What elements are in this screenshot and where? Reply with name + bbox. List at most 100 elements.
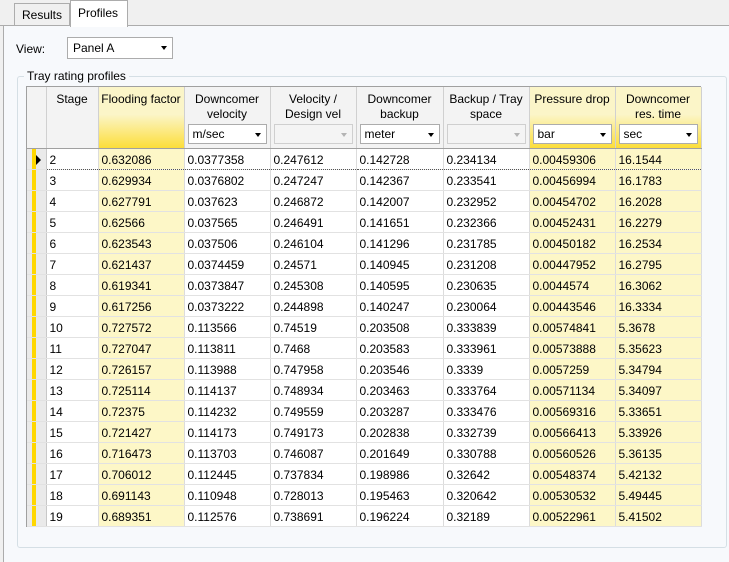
cell-downcomer-res-time[interactable]: 5.34097 (615, 379, 702, 401)
col-header-flooding-factor[interactable]: Flooding factor (98, 87, 185, 149)
cell-velocity-design[interactable]: 0.247612 (270, 147, 357, 170)
cell-downcomer-velocity[interactable]: 0.112445 (184, 463, 271, 485)
table-row[interactable]: 18 0.691143 0.110948 0.728013 0.195463 0.3206… (27, 484, 702, 506)
cell-downcomer-velocity[interactable]: 0.114232 (184, 400, 271, 422)
cell-downcomer-backup[interactable]: 0.142007 (356, 190, 444, 212)
cell-stage[interactable]: 2 (46, 147, 99, 170)
cell-downcomer-res-time[interactable]: 5.36135 (615, 442, 702, 464)
row-header[interactable] (27, 274, 47, 296)
cell-downcomer-res-time[interactable]: 5.3678 (615, 316, 702, 338)
table-row[interactable]: 13 0.725114 0.114137 0.748934 0.203463 0.3337… (27, 379, 702, 401)
col-header-stage[interactable]: Stage (46, 87, 99, 149)
cell-backup-tray-space[interactable]: 0.333839 (443, 316, 530, 338)
cell-backup-tray-space[interactable]: 0.232952 (443, 190, 530, 212)
table-row[interactable]: 3 0.629934 0.0376802 0.247247 0.142367 0.2335… (27, 169, 702, 191)
cell-backup-tray-space[interactable]: 0.231208 (443, 253, 530, 275)
cell-pressure-drop[interactable]: 0.00569316 (529, 400, 616, 422)
cell-downcomer-backup[interactable]: 0.140945 (356, 253, 444, 275)
cell-downcomer-velocity[interactable]: 0.110948 (184, 484, 271, 506)
cell-downcomer-velocity[interactable]: 0.114173 (184, 421, 271, 443)
tab-results[interactable]: Results (14, 3, 70, 26)
table-row[interactable]: 7 0.621437 0.0374459 0.24571 0.140945 0.23120… (27, 253, 702, 275)
cell-stage[interactable]: 5 (46, 211, 99, 233)
cell-pressure-drop[interactable]: 0.0057259 (529, 358, 616, 380)
cell-velocity-design[interactable]: 0.246491 (270, 211, 357, 233)
cell-downcomer-backup[interactable]: 0.195463 (356, 484, 444, 506)
view-select[interactable]: Panel A (67, 37, 173, 59)
cell-velocity-design[interactable]: 0.74519 (270, 316, 357, 338)
cell-velocity-design[interactable]: 0.246104 (270, 232, 357, 254)
cell-downcomer-backup[interactable]: 0.140595 (356, 274, 444, 296)
row-header[interactable] (27, 400, 47, 422)
table-row[interactable]: 2 0.632086 0.0377358 0.247612 0.142728 0.2341… (27, 147, 702, 170)
cell-stage[interactable]: 19 (46, 505, 99, 527)
cell-pressure-drop[interactable]: 0.00571134 (529, 379, 616, 401)
cell-stage[interactable]: 11 (46, 337, 99, 359)
table-row[interactable]: 8 0.619341 0.0373847 0.245308 0.140595 0.2306… (27, 274, 702, 296)
unit-select-downcomer-res-time[interactable]: sec (618, 123, 698, 144)
cell-downcomer-velocity[interactable]: 0.0377358 (184, 147, 271, 170)
table-row[interactable]: 10 0.727572 0.113566 0.74519 0.203508 0.33383… (27, 316, 702, 338)
cell-stage[interactable]: 16 (46, 442, 99, 464)
cell-velocity-design[interactable]: 0.746087 (270, 442, 357, 464)
cell-backup-tray-space[interactable]: 0.330788 (443, 442, 530, 464)
cell-flooding-factor[interactable]: 0.716473 (98, 442, 185, 464)
col-header-downcomer-velocity[interactable]: Downcomer velocity m/sec (184, 87, 271, 149)
cell-flooding-factor[interactable]: 0.72375 (98, 400, 185, 422)
cell-velocity-design[interactable]: 0.246872 (270, 190, 357, 212)
cell-pressure-drop[interactable]: 0.00454702 (529, 190, 616, 212)
cell-flooding-factor[interactable]: 0.725114 (98, 379, 185, 401)
row-header[interactable] (27, 190, 47, 212)
cell-backup-tray-space[interactable]: 0.332739 (443, 421, 530, 443)
cell-downcomer-velocity[interactable]: 0.0373222 (184, 295, 271, 317)
cell-pressure-drop[interactable]: 0.00573888 (529, 337, 616, 359)
cell-backup-tray-space[interactable]: 0.230064 (443, 295, 530, 317)
cell-backup-tray-space[interactable]: 0.231785 (443, 232, 530, 254)
cell-pressure-drop[interactable]: 0.00459306 (529, 147, 616, 170)
cell-stage[interactable]: 9 (46, 295, 99, 317)
cell-stage[interactable]: 8 (46, 274, 99, 296)
cell-velocity-design[interactable]: 0.738691 (270, 505, 357, 527)
tab-profiles[interactable]: Profiles (70, 0, 128, 27)
table-row[interactable]: 11 0.727047 0.113811 0.7468 0.203583 0.333961… (27, 337, 702, 359)
cell-downcomer-backup[interactable]: 0.203287 (356, 400, 444, 422)
row-header[interactable] (27, 421, 47, 443)
cell-pressure-drop[interactable]: 0.00548374 (529, 463, 616, 485)
cell-downcomer-velocity[interactable]: 0.114137 (184, 379, 271, 401)
row-header[interactable] (27, 232, 47, 254)
cell-stage[interactable]: 18 (46, 484, 99, 506)
cell-flooding-factor[interactable]: 0.621437 (98, 253, 185, 275)
cell-backup-tray-space[interactable]: 0.32189 (443, 505, 530, 527)
cell-flooding-factor[interactable]: 0.727572 (98, 316, 185, 338)
cell-stage[interactable]: 4 (46, 190, 99, 212)
cell-stage[interactable]: 10 (46, 316, 99, 338)
unit-select-downcomer-velocity[interactable]: m/sec (187, 123, 267, 144)
cell-pressure-drop[interactable]: 0.00450182 (529, 232, 616, 254)
cell-downcomer-res-time[interactable]: 5.35623 (615, 337, 702, 359)
cell-pressure-drop[interactable]: 0.00452431 (529, 211, 616, 233)
cell-downcomer-backup[interactable]: 0.198986 (356, 463, 444, 485)
cell-flooding-factor[interactable]: 0.632086 (98, 147, 185, 170)
cell-backup-tray-space[interactable]: 0.333961 (443, 337, 530, 359)
cell-backup-tray-space[interactable]: 0.333476 (443, 400, 530, 422)
row-header[interactable] (27, 253, 47, 275)
row-header[interactable] (27, 295, 47, 317)
cell-pressure-drop[interactable]: 0.00443546 (529, 295, 616, 317)
cell-flooding-factor[interactable]: 0.706012 (98, 463, 185, 485)
cell-downcomer-res-time[interactable]: 16.3334 (615, 295, 702, 317)
cell-velocity-design[interactable]: 0.7468 (270, 337, 357, 359)
cell-velocity-design[interactable]: 0.245308 (270, 274, 357, 296)
cell-flooding-factor[interactable]: 0.627791 (98, 190, 185, 212)
cell-stage[interactable]: 17 (46, 463, 99, 485)
cell-pressure-drop[interactable]: 0.00560526 (529, 442, 616, 464)
cell-downcomer-res-time[interactable]: 16.1783 (615, 169, 702, 191)
col-header-pressure-drop[interactable]: Pressure drop bar (529, 87, 616, 149)
cell-downcomer-velocity[interactable]: 0.0374459 (184, 253, 271, 275)
cell-downcomer-res-time[interactable]: 16.2028 (615, 190, 702, 212)
cell-backup-tray-space[interactable]: 0.234134 (443, 147, 530, 170)
cell-flooding-factor[interactable]: 0.727047 (98, 337, 185, 359)
row-header[interactable] (27, 169, 47, 191)
cell-velocity-design[interactable]: 0.24571 (270, 253, 357, 275)
cell-downcomer-res-time[interactable]: 16.2795 (615, 253, 702, 275)
cell-downcomer-res-time[interactable]: 16.2534 (615, 232, 702, 254)
